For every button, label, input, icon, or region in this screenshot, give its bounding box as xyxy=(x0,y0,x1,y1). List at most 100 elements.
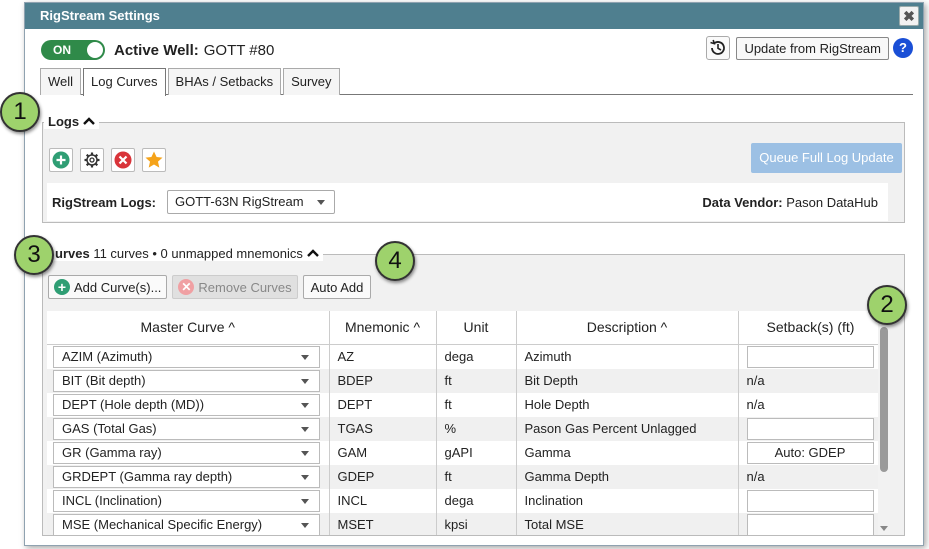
unit-cell: dega xyxy=(436,344,517,369)
master-curve-select[interactable]: INCL (Inclination) xyxy=(53,489,320,512)
tab-survey[interactable]: Survey xyxy=(283,68,340,95)
active-well-value: GOTT #80 xyxy=(203,41,275,59)
rigstream-logs-select[interactable]: GOTT-63N RigStream xyxy=(167,190,335,214)
caret-down-icon xyxy=(301,402,309,408)
remove-curves-button[interactable]: ✕ Remove Curves xyxy=(172,275,298,299)
master-curve-select[interactable]: AZIM (Azimuth) xyxy=(53,345,320,368)
add-curves-label: Add Curve(s)... xyxy=(74,279,162,295)
unit-cell: ft xyxy=(436,392,517,417)
column-header-mnemonic[interactable]: Mnemonic ^ xyxy=(329,311,437,345)
master-curve-value: BIT (Bit depth) xyxy=(62,372,146,388)
master-curve-select[interactable]: GR (Gamma ray) xyxy=(53,441,320,464)
history-icon xyxy=(710,39,726,55)
callout-4: 4 xyxy=(375,241,415,281)
setback-cell: n/a xyxy=(738,368,884,393)
table-scrollbar[interactable] xyxy=(878,311,890,535)
tab-bhas-setbacks[interactable]: BHAs / Setbacks xyxy=(167,68,282,95)
unit-cell: kpsi xyxy=(436,512,517,535)
help-icon[interactable]: ? xyxy=(893,38,913,58)
column-header-unit[interactable]: Unit xyxy=(436,311,517,345)
master-curve-value: GAS (Total Gas) xyxy=(62,420,157,436)
mnemonic-cell: INCL xyxy=(329,488,437,513)
auto-add-button[interactable]: Auto Add xyxy=(302,275,372,299)
top-actions: Update from RigStream ? xyxy=(706,36,913,60)
master-curve-value: GR (Gamma ray) xyxy=(62,444,162,460)
delete-log-button[interactable] xyxy=(111,148,135,172)
log-settings-button[interactable] xyxy=(80,148,104,172)
table-row: GR (Gamma ray) GAM gAPI Gamma Auto: GDEP xyxy=(47,440,884,465)
curves-toolbar: + Add Curve(s)... ✕ Remove Curves Auto A… xyxy=(48,275,376,299)
callout-1: 1 xyxy=(0,92,40,132)
column-header-master-curve[interactable]: Master Curve ^ xyxy=(47,311,330,345)
description-cell: Total MSE xyxy=(516,512,739,535)
dialog-title: RigStream Settings xyxy=(40,8,160,23)
close-icon[interactable]: ✖ xyxy=(899,6,919,26)
master-curve-cell: GR (Gamma ray) xyxy=(47,440,330,465)
master-curve-cell: BIT (Bit depth) xyxy=(47,368,330,393)
tab-well[interactable]: Well xyxy=(40,68,82,95)
tab-bar: Well Log Curves BHAs / Setbacks Survey xyxy=(40,68,913,96)
chevron-up-icon xyxy=(82,117,95,125)
curves-table-wrap: Master Curve ^ Mnemonic ^ Unit Descripti… xyxy=(47,311,890,535)
master-curve-select[interactable]: MSE (Mechanical Specific Energy) xyxy=(53,513,320,535)
active-well-label: Active Well: xyxy=(114,41,199,59)
active-toggle[interactable]: ON xyxy=(41,40,105,60)
master-curve-select[interactable]: GAS (Total Gas) xyxy=(53,417,320,440)
remove-curves-label: Remove Curves xyxy=(198,279,292,295)
favorite-log-button[interactable] xyxy=(142,148,166,172)
caret-down-icon xyxy=(301,474,309,480)
description-cell: Azimuth xyxy=(516,344,739,369)
history-button[interactable] xyxy=(706,36,731,60)
curves-legend-label: urves xyxy=(55,246,90,261)
plus-circle-icon: + xyxy=(54,279,70,295)
table-row: MSE (Mechanical Specific Energy) MSET kp… xyxy=(47,512,884,535)
curve-count: 11 curves xyxy=(93,246,149,261)
master-curve-select[interactable]: GRDEPT (Gamma ray depth) xyxy=(53,465,320,488)
description-cell: Bit Depth xyxy=(516,368,739,393)
star-icon xyxy=(145,151,163,168)
curves-legend[interactable]: urves 11 curves • 0 unmapped mnemonics xyxy=(51,246,323,261)
mnemonic-cell: GAM xyxy=(329,440,437,465)
unit-cell: dega xyxy=(436,488,517,513)
scrollbar-thumb[interactable] xyxy=(880,327,888,472)
table-row: INCL (Inclination) INCL dega Inclination xyxy=(47,488,884,513)
setback-input[interactable] xyxy=(746,489,874,512)
sort-caret-icon: ^ xyxy=(660,319,668,336)
mnemonic-cell: AZ xyxy=(329,344,437,369)
unit-cell: ft xyxy=(436,368,517,393)
mnemonic-cell: DEPT xyxy=(329,392,437,417)
setback-input[interactable] xyxy=(746,345,874,368)
curves-group: urves 11 curves • 0 unmapped mnemonics +… xyxy=(42,246,905,536)
setback-input[interactable]: Auto: GDEP xyxy=(746,441,874,464)
caret-down-icon xyxy=(301,426,309,432)
scroll-down-icon[interactable] xyxy=(880,526,888,531)
mnemonic-header-label: Mnemonic xyxy=(344,319,410,336)
callout-3: 3 xyxy=(14,235,54,275)
column-header-description[interactable]: Description ^ xyxy=(516,311,739,345)
update-from-rigstream-button[interactable]: Update from RigStream xyxy=(736,36,889,60)
master-curve-select[interactable]: DEPT (Hole depth (MD)) xyxy=(53,393,320,416)
add-curves-button[interactable]: + Add Curve(s)... xyxy=(48,275,168,299)
master-curve-cell: GRDEPT (Gamma ray depth) xyxy=(47,464,330,489)
table-row: GAS (Total Gas) TGAS % Pason Gas Percent… xyxy=(47,416,884,441)
tab-log-curves[interactable]: Log Curves xyxy=(83,68,166,96)
master-curve-select[interactable]: BIT (Bit depth) xyxy=(53,369,320,392)
unmapped-count: 0 unmapped mnemonics xyxy=(160,246,303,261)
master-curve-value: DEPT (Hole depth (MD)) xyxy=(62,396,205,412)
setback-cell: n/a xyxy=(738,464,884,489)
callout-2: 2 xyxy=(867,285,907,325)
description-cell: Hole Depth xyxy=(516,392,739,417)
add-log-button[interactable] xyxy=(49,148,73,172)
column-header-setbacks[interactable]: Setback(s) (ft) xyxy=(738,311,884,345)
active-well-bar: ON Active Well: GOTT #80 xyxy=(41,39,274,61)
setback-cell xyxy=(738,344,884,369)
queue-full-log-update-button[interactable]: Queue Full Log Update xyxy=(751,143,902,173)
table-row: GRDEPT (Gamma ray depth) GDEP ft Gamma D… xyxy=(47,464,884,489)
mnemonic-cell: TGAS xyxy=(329,416,437,441)
rigstream-logs-label: RigStream Logs: xyxy=(52,195,157,210)
setback-input[interactable] xyxy=(746,417,874,440)
setback-input[interactable] xyxy=(746,513,874,535)
logs-group: Logs Queue Full Log Update RigStream Log… xyxy=(42,114,905,223)
mnemonic-cell: MSET xyxy=(329,512,437,535)
logs-legend[interactable]: Logs xyxy=(44,114,99,129)
